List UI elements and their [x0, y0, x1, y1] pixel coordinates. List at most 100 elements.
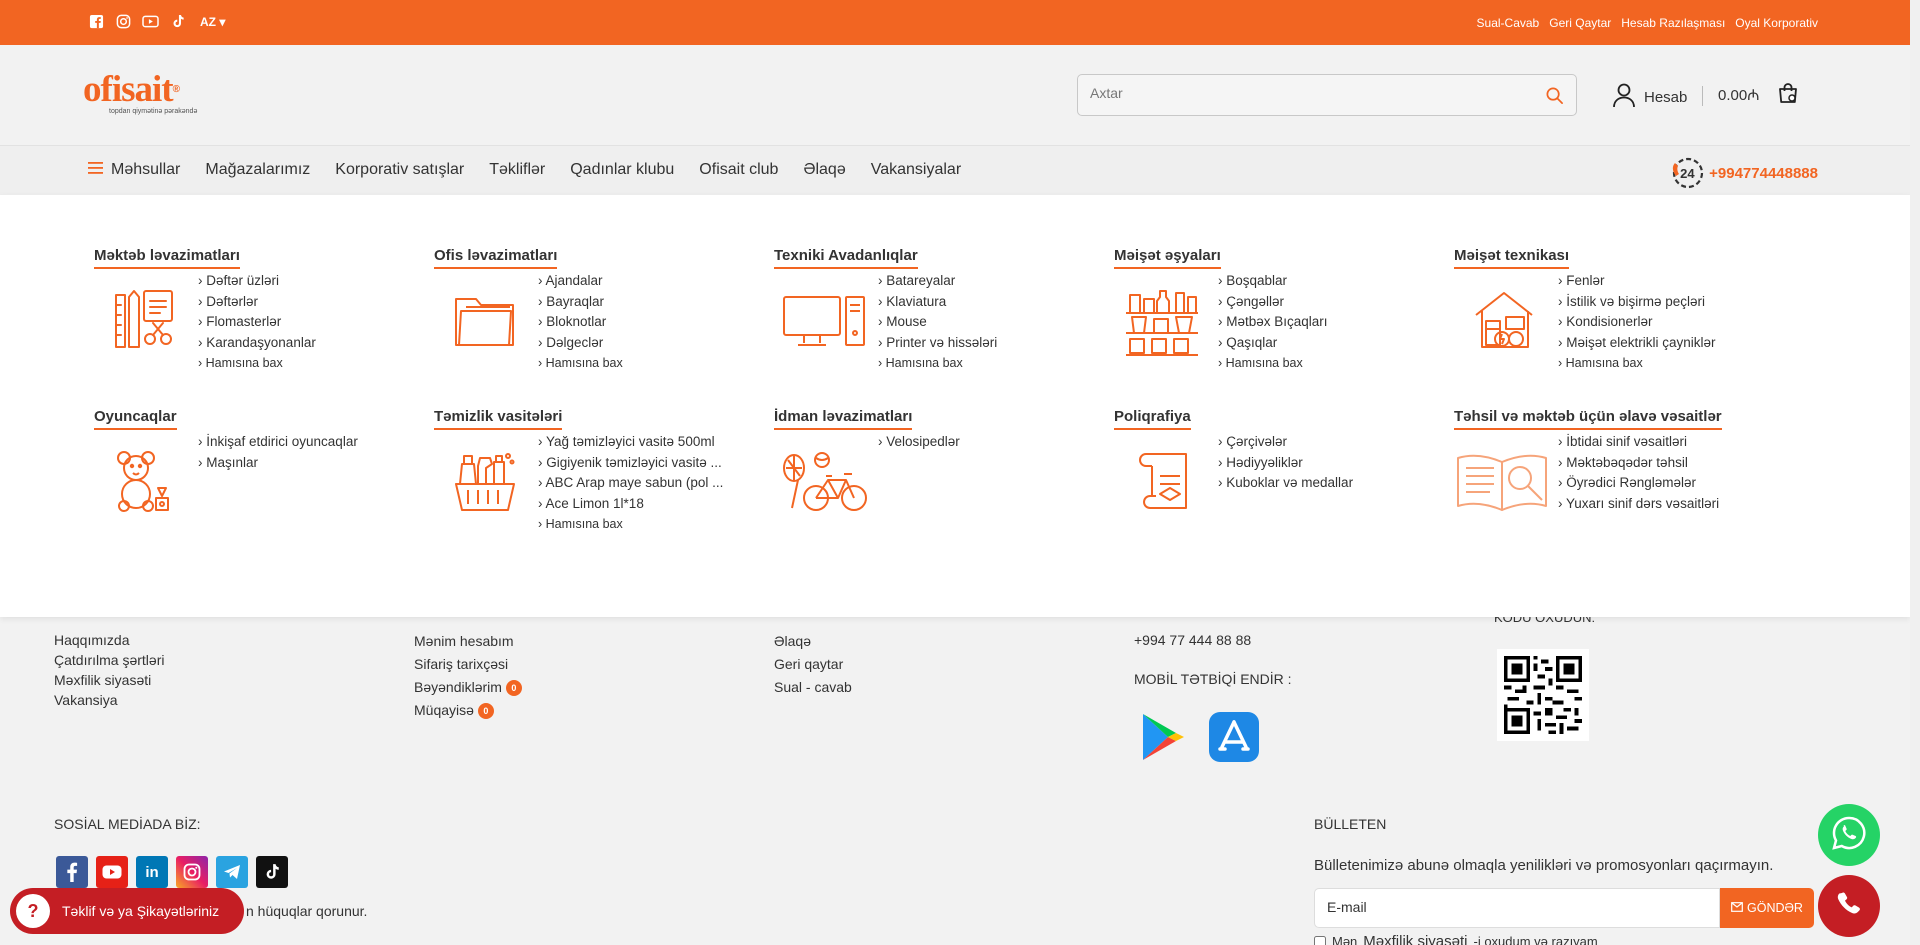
scroll-print-icon[interactable] — [1132, 448, 1198, 514]
nav-products[interactable]: Məhsullar — [88, 161, 180, 179]
category-link[interactable]: › Dəlgeclər — [538, 333, 764, 354]
category-title[interactable]: Məişət texnikası — [1454, 247, 1570, 269]
category-title[interactable]: Poliqrafiya — [1114, 408, 1191, 430]
category-see-all-link[interactable]: › Hamısına bax — [878, 353, 1104, 374]
search-input[interactable] — [1090, 85, 1520, 101]
footer-phone[interactable]: +994 77 444 88 88 — [1134, 630, 1251, 650]
category-link[interactable]: › Bayraqlar — [538, 292, 764, 313]
category-see-all-link[interactable]: › Hamısına bax — [538, 514, 764, 535]
category-link[interactable]: › ABC Arap maye sabun (pol ... — [538, 473, 764, 494]
category-title[interactable]: Təmizlik vasitələri — [434, 408, 563, 430]
youtube-icon[interactable] — [142, 13, 159, 30]
category-link[interactable]: › Yuxarı sinif dərs vəsaitləri — [1558, 494, 1784, 515]
footer-link-my-account[interactable]: Mənim hesabım — [414, 630, 522, 653]
telegram-icon[interactable] — [216, 856, 248, 888]
app-store-icon[interactable] — [1208, 711, 1260, 768]
teddy-bear-icon[interactable] — [112, 448, 178, 514]
nav-item-corporate-sales[interactable]: Korporativ satışlar — [335, 161, 464, 179]
category-link[interactable]: › Ajandalar — [538, 271, 764, 292]
footer-link-delivery[interactable]: Çatdırılma şərtləri — [54, 650, 164, 670]
footer-link-wishlist[interactable]: Bəyəndiklərim 0 — [414, 676, 522, 699]
search-icon[interactable] — [1545, 86, 1564, 110]
category-link[interactable]: › Boşqablar — [1218, 271, 1444, 292]
category-title[interactable]: Texniki Avadanlıqlar — [774, 247, 918, 269]
category-link[interactable]: › İstilik və bişirmə peçləri — [1558, 292, 1784, 313]
privacy-checkbox[interactable] — [1314, 935, 1326, 945]
category-link[interactable]: › Kuboklar və medallar — [1218, 473, 1444, 494]
category-link[interactable]: › Qaşıqlar — [1218, 333, 1444, 354]
send-button[interactable]: GÖNDƏR — [1720, 888, 1814, 928]
email-input[interactable] — [1327, 899, 1697, 915]
category-link[interactable]: › Öyrədici Rənglәmələr — [1558, 473, 1784, 494]
category-link[interactable]: › Mouse — [878, 312, 1104, 333]
sport-bicycle-icon[interactable] — [780, 448, 870, 514]
category-link[interactable]: › Hədiyyəliklər — [1218, 453, 1444, 474]
tiktok-icon[interactable] — [256, 856, 288, 888]
top-link-return[interactable]: Geri Qaytar — [1549, 16, 1611, 30]
category-link[interactable]: › Fenlər — [1558, 271, 1784, 292]
nav-item-offers[interactable]: Təkliflər — [489, 161, 545, 179]
logo[interactable]: ofisait® topdan qiymətinə pərakəndə — [83, 71, 197, 115]
footer-link-vacancy[interactable]: Vakansiya — [54, 690, 164, 710]
footer-link-privacy[interactable]: Məxfilik siyasəti — [54, 670, 164, 690]
category-link[interactable]: › Flomasterlər — [198, 312, 424, 333]
nav-item-contact[interactable]: Əlaqə — [803, 161, 845, 179]
cart-button[interactable]: 0.00₼ — [1718, 82, 1799, 108]
computer-icon[interactable] — [782, 287, 868, 353]
feedback-button[interactable]: ? Təklif və ya Şikayətləriniz — [10, 888, 244, 934]
category-link[interactable]: › Karandaşyonanlar — [198, 333, 424, 354]
category-title[interactable]: Təhsil və məktəb üçün əlavə vəsaitlər — [1454, 408, 1722, 430]
top-link-corporate[interactable]: Oyal Korporativ — [1735, 16, 1818, 30]
category-link[interactable]: › Mətbəx Bıçaqları — [1218, 312, 1444, 333]
language-selector[interactable]: AZ ▾ — [200, 15, 225, 29]
category-link[interactable]: › Printer və hissələri — [878, 333, 1104, 354]
category-link[interactable]: › Dəftər üzləri — [198, 271, 424, 292]
nav-phone[interactable]: 24 +994774448888 — [1669, 155, 1818, 191]
category-link[interactable]: › Yağ təmizləyici vasitə 500ml — [538, 432, 764, 453]
category-see-all-link[interactable]: › Hamısına bax — [538, 353, 764, 374]
category-link[interactable]: › Məişət elektrikli çayniklər — [1558, 333, 1784, 354]
category-link[interactable]: › Çərçivələr — [1218, 432, 1444, 453]
footer-link-faq[interactable]: Sual - cavab — [774, 676, 852, 699]
footer-link-order-history[interactable]: Sifariş tarixçəsi — [414, 653, 522, 676]
category-link[interactable]: › Velosipedlər — [878, 432, 1104, 453]
facebook-icon[interactable] — [56, 856, 88, 888]
folder-icon[interactable] — [452, 287, 518, 353]
account-button[interactable]: Hesab — [1612, 82, 1687, 112]
nav-item-vacancies[interactable]: Vakansiyalar — [871, 161, 961, 179]
consent-privacy-link[interactable]: Məxfilik siyasəti — [1363, 933, 1467, 945]
instagram-icon[interactable] — [176, 856, 208, 888]
open-book-icon[interactable] — [1454, 448, 1554, 514]
category-link[interactable]: › Kondisionerlər — [1558, 312, 1784, 333]
category-link[interactable]: › Bloknotlar — [538, 312, 764, 333]
category-link[interactable]: › Ace Limon 1l*18 — [538, 494, 764, 515]
page-scrollbar[interactable] — [1910, 0, 1920, 945]
top-link-faq[interactable]: Sual-Cavab — [1477, 16, 1540, 30]
cleaning-basket-icon[interactable] — [452, 448, 518, 514]
category-link[interactable]: › Klaviatura — [878, 292, 1104, 313]
call-button[interactable] — [1818, 875, 1880, 937]
school-supplies-icon[interactable] — [112, 287, 178, 353]
instagram-icon[interactable] — [115, 13, 132, 30]
tiktok-icon[interactable] — [169, 13, 186, 30]
category-title[interactable]: İdman ləvazimatları — [774, 408, 913, 430]
nav-item-ofisait-club[interactable]: Ofisait club — [699, 161, 778, 179]
top-link-account-agreement[interactable]: Hesab Razılaşması — [1621, 16, 1725, 30]
category-title[interactable]: Məktəb ləvazimatları — [94, 247, 240, 269]
category-title[interactable]: Ofis ləvazimatları — [434, 247, 558, 269]
category-link[interactable]: › Dəftərlər — [198, 292, 424, 313]
home-appliance-icon[interactable] — [1472, 287, 1538, 353]
footer-link-about[interactable]: Haqqımızda — [54, 630, 164, 650]
category-title[interactable]: Məişət əşyaları — [1114, 247, 1221, 269]
whatsapp-button[interactable] — [1818, 804, 1880, 866]
footer-link-contact[interactable]: Əlaqə — [774, 630, 852, 653]
footer-link-return[interactable]: Geri qaytar — [774, 653, 852, 676]
category-link[interactable]: › Çəngəllər — [1218, 292, 1444, 313]
category-see-all-link[interactable]: › Hamısına bax — [198, 353, 424, 374]
nav-item-stores[interactable]: Mağazalarımız — [205, 161, 310, 179]
facebook-icon[interactable] — [88, 13, 105, 30]
category-link[interactable]: › İbtidai sinif vəsaitləri — [1558, 432, 1784, 453]
linkedin-icon[interactable]: in — [136, 856, 168, 888]
google-play-icon[interactable] — [1138, 711, 1188, 768]
category-link[interactable]: › İnkişaf etdirici oyuncaqlar — [198, 432, 424, 453]
